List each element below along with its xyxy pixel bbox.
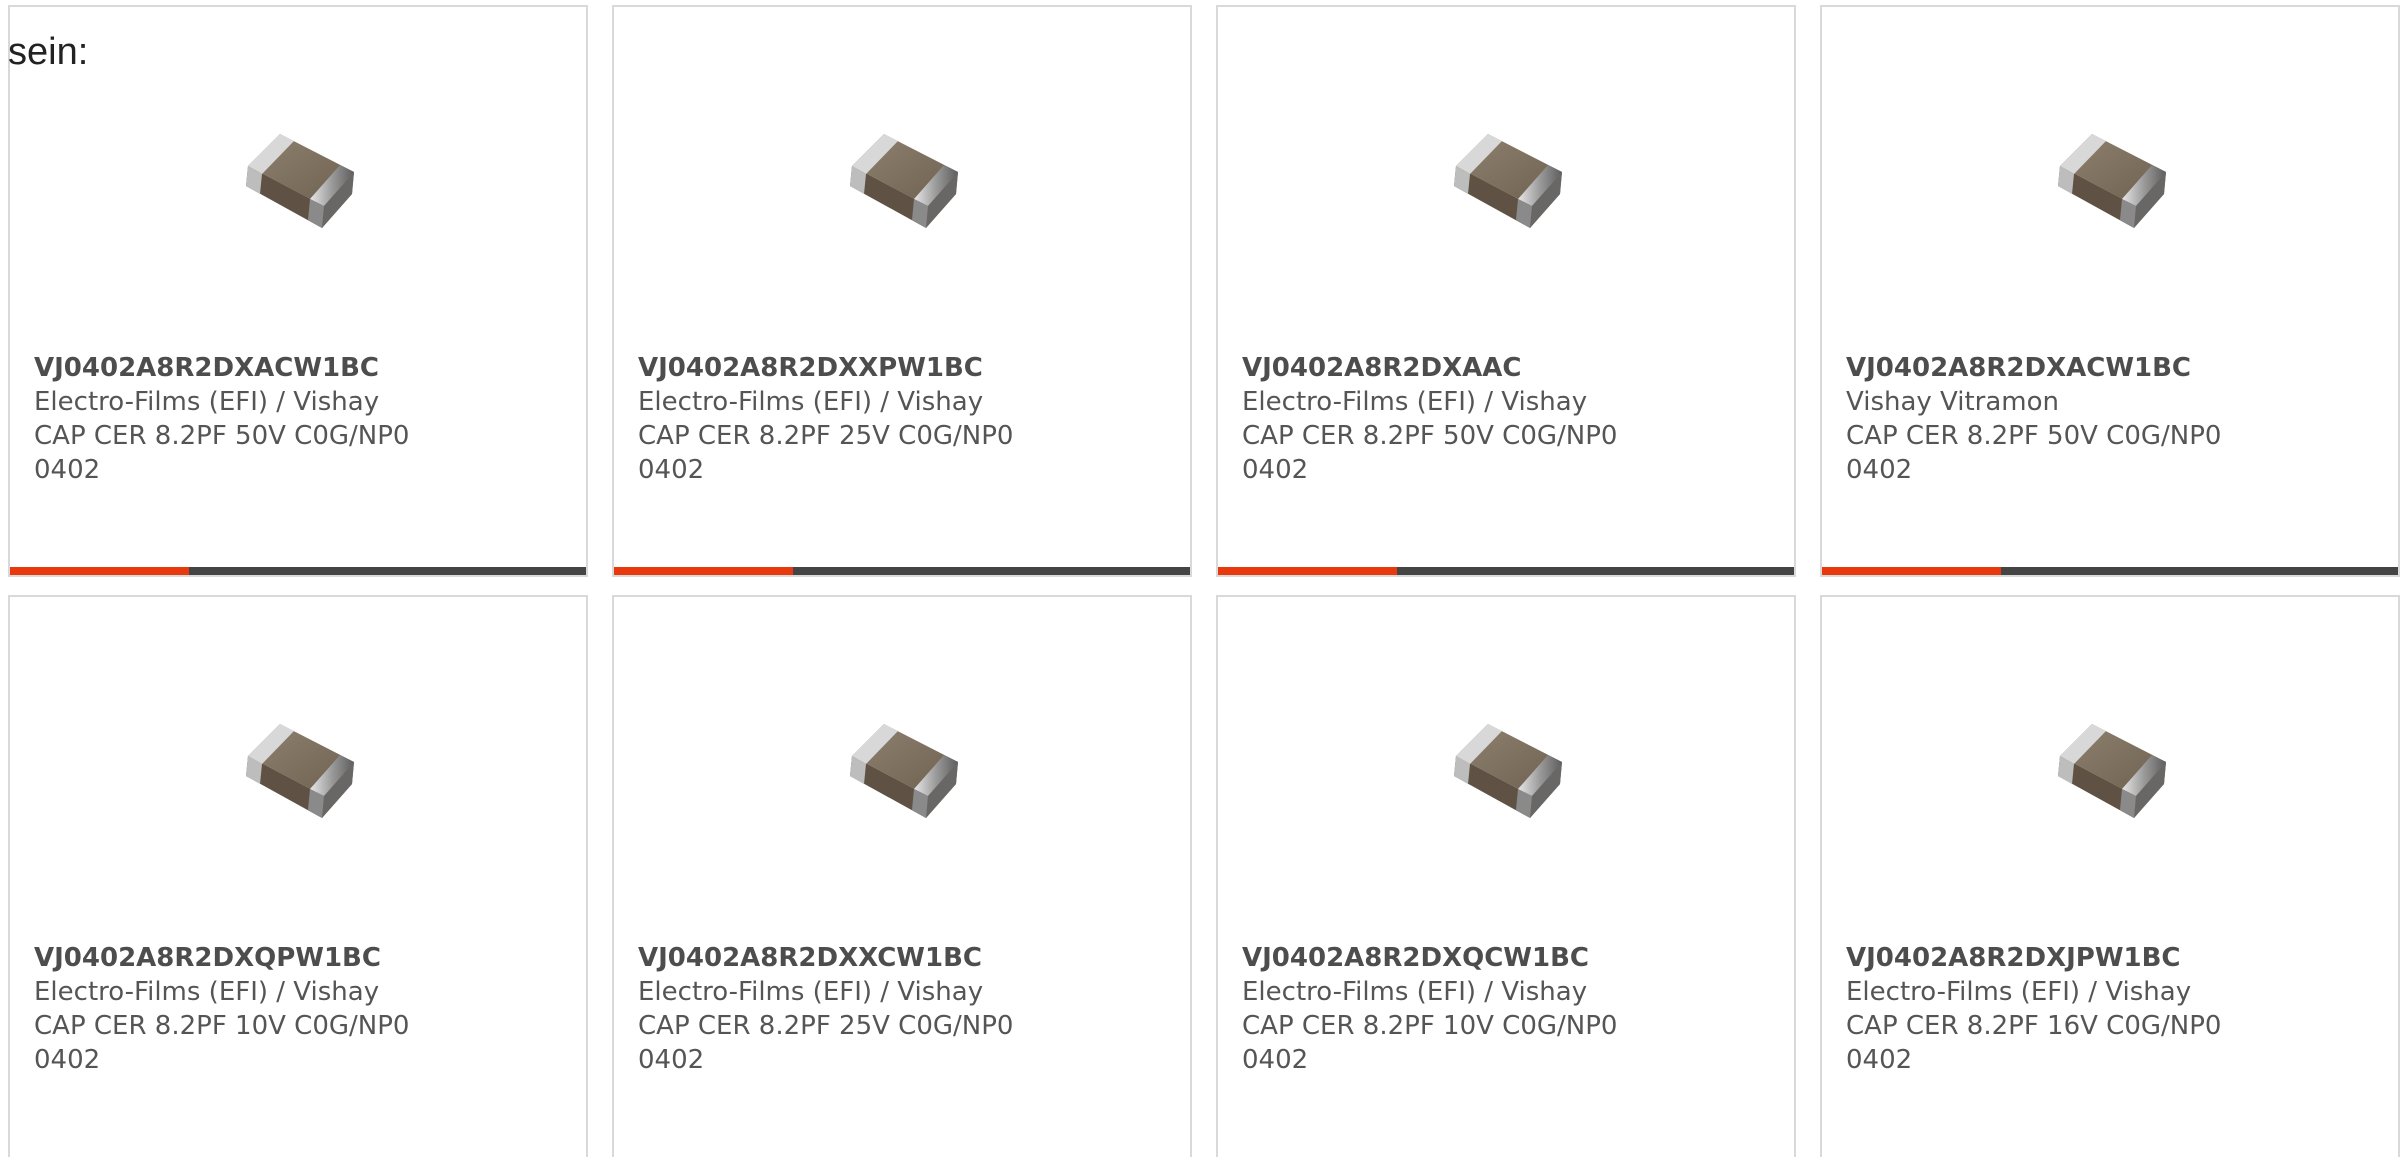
description: CAP CER 8.2PF 25V C0G/NP0 [638,421,1014,451]
description: CAP CER 8.2PF 50V C0G/NP0 [1242,421,1618,451]
capacitor-chip-image [1442,712,1572,832]
capacitor-chip-image [2046,712,2176,832]
manufacturer: Vishay Vitramon [1846,387,2060,417]
product-card[interactable]: VJ0402A8R2DXACW1BC Electro-Films (EFI) /… [8,5,588,577]
description: CAP CER 8.2PF 50V C0G/NP0 [1846,421,2222,451]
part-number: VJ0402A8R2DXXCW1BC [638,943,982,973]
product-card[interactable]: VJ0402A8R2DXACW1BC Vishay Vitramon CAP C… [1820,5,2400,577]
manufacturer: Electro-Films (EFI) / Vishay [1846,977,2192,1007]
progress-bar-fill [1218,567,1397,575]
package-size: 0402 [34,455,101,485]
product-card[interactable]: VJ0402A8R2DXJPW1BC Electro-Films (EFI) /… [1820,595,2400,1157]
product-card[interactable]: VJ0402A8R2DXQPW1BC Electro-Films (EFI) /… [8,595,588,1157]
progress-bar-fill [614,567,793,575]
capacitor-chip-image [1442,122,1572,242]
product-card[interactable]: VJ0402A8R2DXXPW1BC Electro-Films (EFI) /… [612,5,1192,577]
progress-bar-fill [1822,567,2001,575]
manufacturer: Electro-Films (EFI) / Vishay [638,387,984,417]
package-size: 0402 [1242,1045,1309,1075]
package-size: 0402 [1242,455,1309,485]
product-card[interactable]: VJ0402A8R2DXQCW1BC Electro-Films (EFI) /… [1216,595,1796,1157]
package-size: 0402 [1846,1045,1913,1075]
progress-bar [1822,567,2398,575]
package-size: 0402 [638,455,705,485]
product-card[interactable]: VJ0402A8R2DXAAC Electro-Films (EFI) / Vi… [1216,5,1796,577]
manufacturer: Electro-Films (EFI) / Vishay [1242,387,1588,417]
part-number: VJ0402A8R2DXACW1BC [34,353,379,383]
package-size: 0402 [638,1045,705,1075]
description: CAP CER 8.2PF 50V C0G/NP0 [34,421,410,451]
package-size: 0402 [1846,455,1913,485]
part-number: VJ0402A8R2DXQPW1BC [34,943,381,973]
description: CAP CER 8.2PF 16V C0G/NP0 [1846,1011,2222,1041]
manufacturer: Electro-Films (EFI) / Vishay [34,387,380,417]
progress-bar [614,567,1190,575]
part-number: VJ0402A8R2DXJPW1BC [1846,943,2181,973]
manufacturer: Electro-Films (EFI) / Vishay [34,977,380,1007]
product-card[interactable]: VJ0402A8R2DXXCW1BC Electro-Films (EFI) /… [612,595,1192,1157]
product-grid-page: sein: VJ0402A8R2DXACW1BC Electro-Films (… [0,0,2400,1157]
capacitor-chip-image [2046,122,2176,242]
package-size: 0402 [34,1045,101,1075]
manufacturer: Electro-Films (EFI) / Vishay [1242,977,1588,1007]
heading-text: sein: [8,31,89,73]
progress-bar [1218,567,1794,575]
capacitor-chip-image [234,712,364,832]
part-number: VJ0402A8R2DXQCW1BC [1242,943,1589,973]
part-number: VJ0402A8R2DXXPW1BC [638,353,983,383]
part-number: VJ0402A8R2DXACW1BC [1846,353,2191,383]
part-number: VJ0402A8R2DXAAC [1242,353,1522,383]
description: CAP CER 8.2PF 10V C0G/NP0 [34,1011,410,1041]
capacitor-chip-image [838,122,968,242]
progress-bar-fill [10,567,189,575]
capacitor-chip-image [234,122,364,242]
description: CAP CER 8.2PF 10V C0G/NP0 [1242,1011,1618,1041]
capacitor-chip-image [838,712,968,832]
progress-bar [10,567,586,575]
description: CAP CER 8.2PF 25V C0G/NP0 [638,1011,1014,1041]
manufacturer: Electro-Films (EFI) / Vishay [638,977,984,1007]
